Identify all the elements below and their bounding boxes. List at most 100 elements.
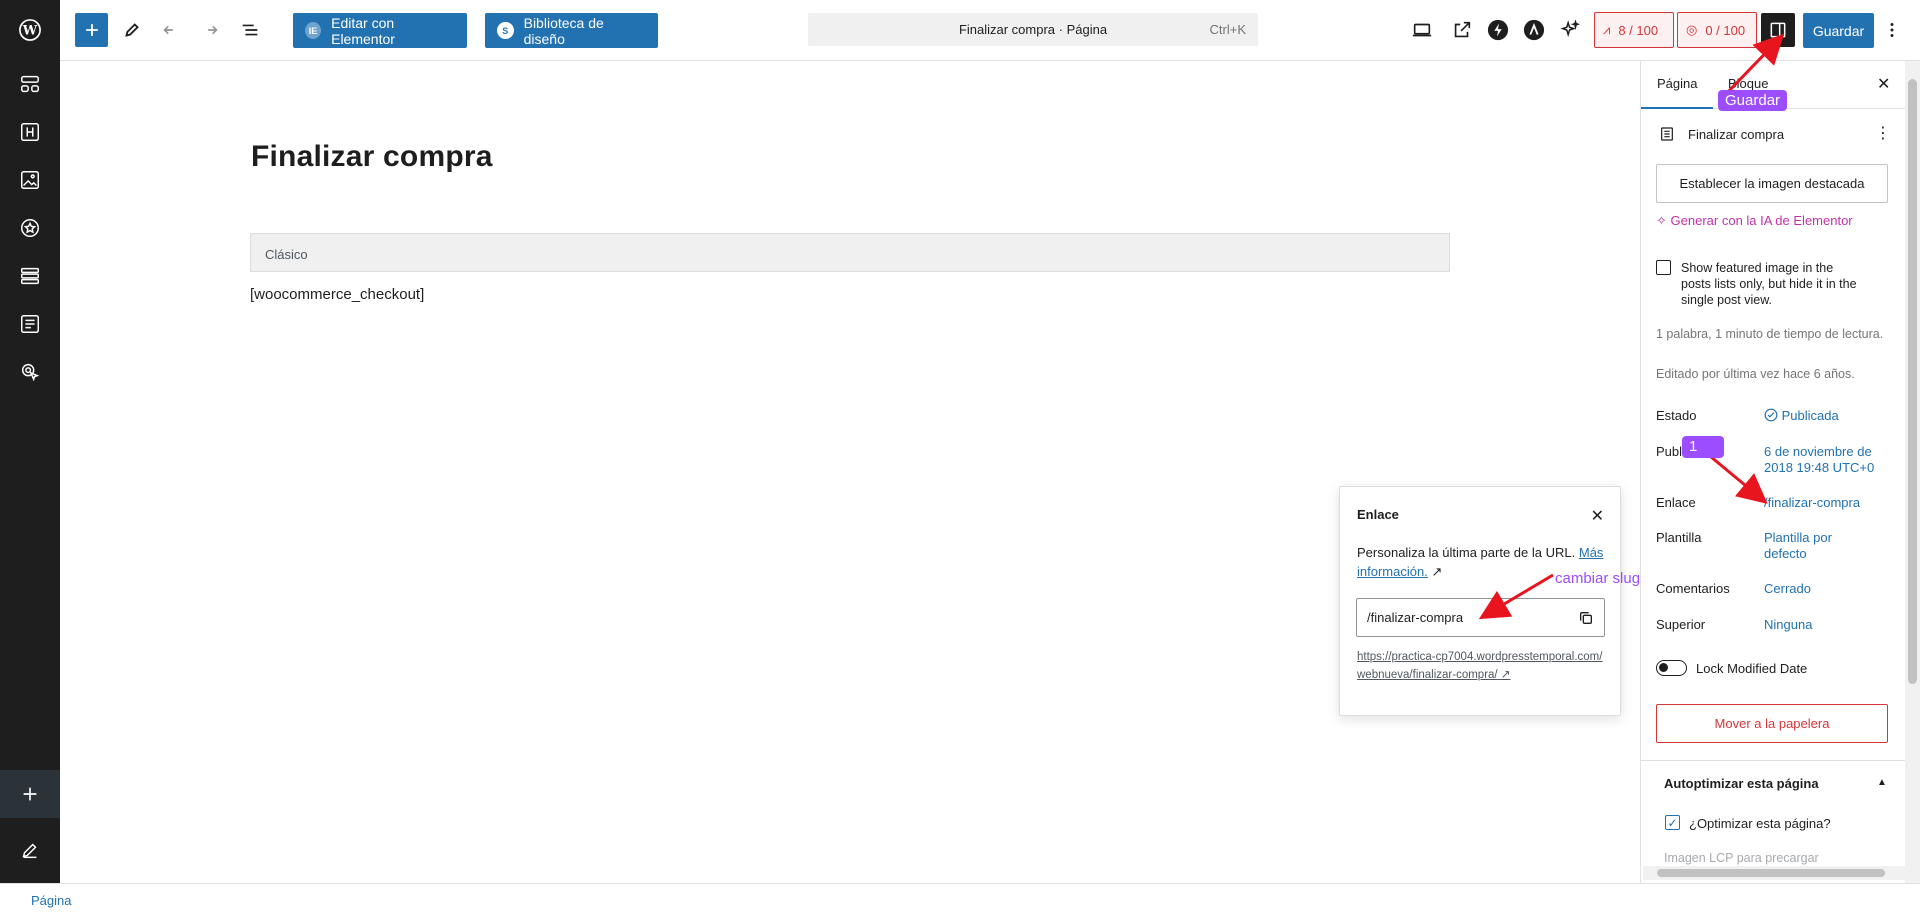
scrollbar-thumb[interactable] — [1908, 79, 1917, 684]
lock-modified-toggle[interactable] — [1656, 660, 1687, 676]
plus-icon[interactable] — [0, 770, 60, 818]
optimize-checkbox[interactable]: ✓ — [1665, 815, 1680, 830]
close-icon[interactable]: ✕ — [1877, 74, 1890, 94]
seo-score-icon: ⩘ — [1603, 22, 1611, 37]
featured-image-checkbox[interactable] — [1656, 260, 1671, 275]
lcp-label: Imagen LCP para precargar — [1664, 851, 1819, 865]
elementor-ai-link[interactable]: ✧ Generar con la IA de Elementor — [1656, 213, 1853, 229]
slug-value: /finalizar-compra — [1367, 610, 1464, 625]
bolt-icon — [1487, 19, 1509, 41]
page-title[interactable]: Finalizar compra — [251, 140, 493, 174]
pencil-icon[interactable] — [0, 826, 60, 874]
parent-value[interactable]: Ninguna — [1764, 617, 1812, 633]
top-toolbar: IE Editar con Elementor S Biblioteca de … — [60, 0, 1920, 61]
sparkles-icon — [1560, 19, 1581, 38]
more-vertical-icon[interactable]: ⋮ — [1875, 123, 1891, 143]
astra-plugin-button[interactable] — [1518, 14, 1550, 46]
status-value[interactable]: Publicada — [1764, 408, 1839, 424]
edit-with-elementor-label: Editar con Elementor — [331, 14, 395, 47]
command-palette[interactable]: Finalizar compra · Página Ctrl+K — [808, 13, 1258, 46]
tab-block[interactable]: Bloque — [1728, 76, 1768, 91]
divider — [1641, 760, 1905, 761]
undo-button[interactable] — [155, 14, 187, 46]
svg-text:W: W — [22, 24, 38, 39]
classic-block[interactable]: Clásico — [250, 233, 1450, 272]
sidebar-panel-icon — [1770, 22, 1786, 38]
settings-toggle-button[interactable] — [1761, 13, 1795, 47]
chevron-up-icon[interactable]: ▲ — [1877, 777, 1887, 788]
left-rail: W — [0, 0, 60, 883]
save-button[interactable]: Guardar — [1803, 13, 1874, 48]
move-to-trash-label: Mover a la papelera — [1714, 716, 1830, 731]
reading-stats: 1 palabra, 1 minuto de tiempo de lectura… — [1656, 327, 1884, 341]
plus-icon — [85, 24, 98, 36]
autoptimize-heading[interactable]: Autoptimizar esta página — [1664, 776, 1819, 791]
readability-score-icon: ◎ — [1686, 22, 1698, 37]
image-icon[interactable] — [0, 156, 60, 204]
toggle-knob — [1659, 663, 1668, 672]
design-library-button[interactable]: S Biblioteca de diseño — [485, 13, 658, 48]
set-featured-image-label: Establecer la imagen destacada — [1679, 176, 1865, 191]
set-featured-image-button[interactable]: Establecer la imagen destacada — [1656, 164, 1888, 203]
settings-sidebar: Página Bloque ✕ Finalizar compra ⋮ Estab… — [1640, 61, 1905, 883]
undo-icon — [163, 25, 173, 35]
redo-button[interactable] — [194, 14, 226, 46]
status-label: Estado — [1656, 408, 1697, 423]
horizontal-scrollbar[interactable] — [1643, 866, 1905, 880]
edit-with-elementor-button[interactable]: IE Editar con Elementor — [293, 13, 467, 48]
link-label: Enlace — [1656, 495, 1696, 510]
readability-score-value: 0 / 100 — [1705, 22, 1746, 38]
ai-assistant-button[interactable] — [1554, 14, 1586, 46]
form-icon[interactable] — [0, 300, 60, 348]
star-icon[interactable] — [0, 204, 60, 252]
slug-input[interactable]: /finalizar-compra — [1356, 598, 1605, 637]
edit-tool-button[interactable] — [116, 14, 148, 46]
document-overview-button[interactable] — [234, 14, 266, 46]
publish-date[interactable]: 6 de noviembre de 2018 19:48 UTC+0 — [1764, 444, 1884, 476]
publish-label: Publ — [1656, 444, 1683, 459]
seo-score-badge[interactable]: ⩘ 8 / 100 — [1594, 12, 1674, 48]
astra-icon — [1523, 19, 1545, 41]
wordpress-logo-icon[interactable]: W — [0, 6, 60, 54]
add-block-button[interactable] — [75, 13, 108, 47]
heading-icon[interactable] — [0, 108, 60, 156]
permalink-url[interactable]: https://practica-cp7004.wordpresstempora… — [1357, 648, 1607, 684]
template-value[interactable]: Plantilla por defecto — [1764, 530, 1854, 562]
tab-active-indicator — [1641, 107, 1713, 109]
document-title: Finalizar compra — [1688, 127, 1785, 142]
editor-canvas: Finalizar compra Clásico [woocommerce_ch… — [60, 61, 1640, 883]
layout-icon[interactable] — [0, 252, 60, 300]
blocks-icon[interactable] — [0, 60, 60, 108]
page-icon — [1661, 127, 1673, 141]
lock-modified-label: Lock Modified Date — [1696, 661, 1808, 676]
readability-score-badge[interactable]: ◎ 0 / 100 — [1677, 12, 1757, 48]
optimize-label: ¿Optimizar esta página? — [1689, 816, 1831, 831]
command-title: Finalizar compra · Página — [958, 22, 1108, 37]
move-to-trash-button[interactable]: Mover a la papelera — [1656, 704, 1888, 743]
footer-breadcrumb: Página — [0, 883, 1920, 917]
close-icon[interactable]: ✕ — [1591, 506, 1604, 526]
tab-page[interactable]: Página — [1657, 76, 1697, 91]
pointer-icon[interactable] — [0, 348, 60, 396]
shortcode-text[interactable]: [woocommerce_checkout] — [250, 286, 424, 303]
preview-button[interactable] — [1406, 14, 1438, 46]
comments-label: Comentarios — [1656, 581, 1730, 596]
save-annotation-tag: Guardar — [1718, 90, 1788, 111]
check-circle-icon — [1764, 408, 1778, 422]
vertical-scrollbar[interactable] — [1905, 61, 1920, 883]
view-page-button[interactable] — [1446, 14, 1478, 46]
link-value[interactable]: /finalizar-compra — [1764, 495, 1860, 511]
link-popover: Enlace ✕ Personaliza la última parte de … — [1339, 486, 1621, 716]
options-menu-button[interactable] — [1880, 14, 1904, 46]
elementor-ai-label: Generar con la IA de Elementor — [1670, 213, 1853, 228]
more-vertical-icon — [1890, 23, 1894, 37]
performance-plugin-button[interactable] — [1482, 14, 1514, 46]
permalink-url-text: https://practica-cp7004.wordpresstempora… — [1357, 651, 1603, 681]
redo-icon — [208, 25, 218, 35]
library-icon: S — [497, 22, 514, 39]
save-label: Guardar — [1812, 22, 1865, 39]
breadcrumb-page[interactable]: Página — [31, 893, 71, 908]
copy-icon[interactable] — [1578, 610, 1594, 626]
comments-value[interactable]: Cerrado — [1764, 581, 1811, 597]
scrollbar-thumb[interactable] — [1657, 869, 1885, 877]
